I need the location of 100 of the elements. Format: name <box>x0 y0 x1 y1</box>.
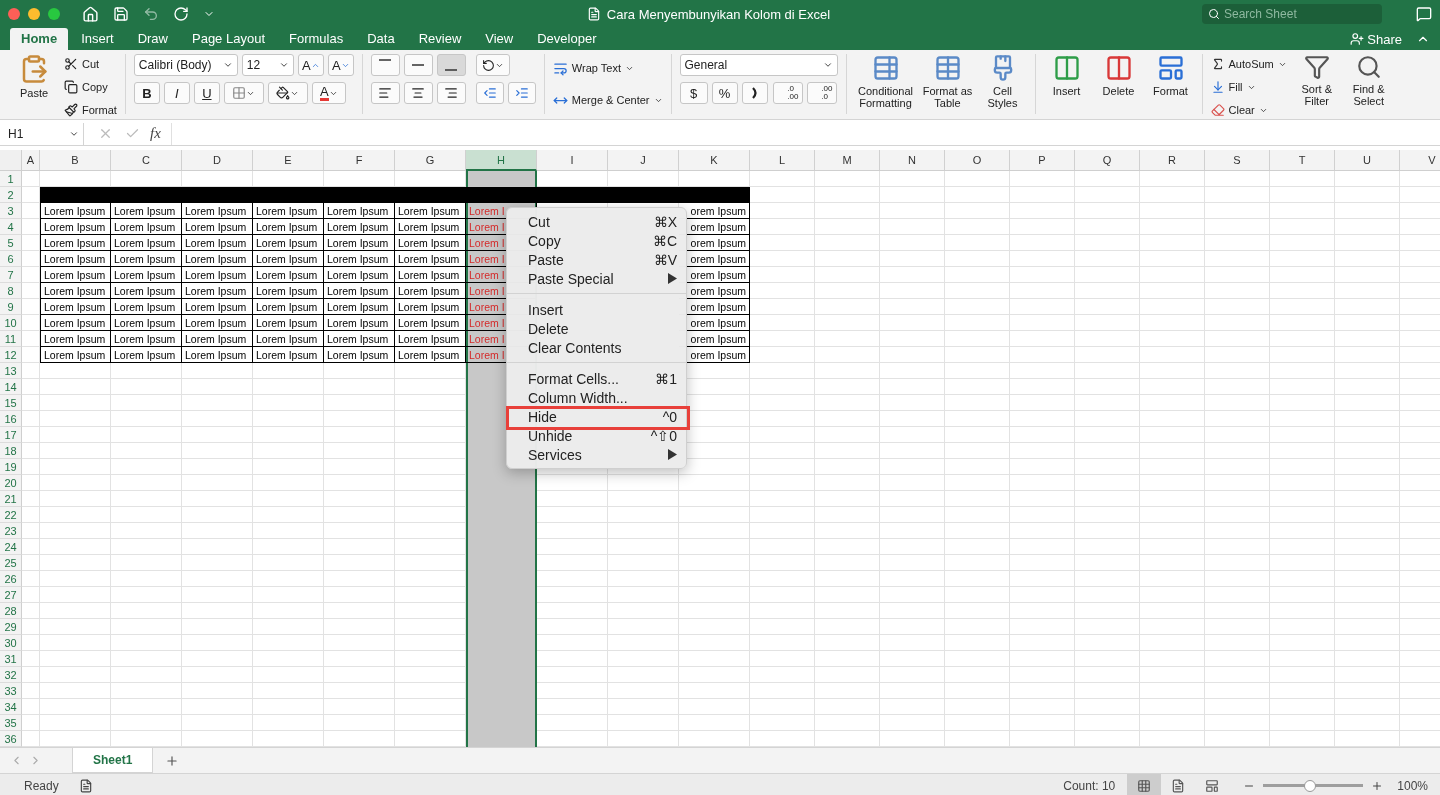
ribbon-tab[interactable]: Review <box>407 28 473 50</box>
row-header[interactable]: 26 <box>0 571 22 587</box>
row-header[interactable]: 30 <box>0 635 22 651</box>
add-sheet-icon[interactable] <box>165 753 180 768</box>
autosum-button[interactable]: AutoSum <box>1210 54 1287 74</box>
row-header[interactable]: 31 <box>0 651 22 667</box>
row-header[interactable]: 16 <box>0 411 22 427</box>
comma-style-button[interactable] <box>741 82 768 104</box>
row-header[interactable]: 22 <box>0 507 22 523</box>
bold-button[interactable]: B <box>133 82 160 104</box>
row-header[interactable]: 19 <box>0 459 22 475</box>
align-left-button[interactable] <box>370 82 400 104</box>
menu-item[interactable]: Hide <box>528 408 557 425</box>
merge-center-button[interactable]: Merge & Center <box>552 90 663 110</box>
row-header[interactable]: 3 <box>0 203 22 219</box>
search-field[interactable]: Search Sheet <box>1202 4 1382 24</box>
macro-record-icon[interactable] <box>78 778 93 793</box>
row-header[interactable]: 12 <box>0 347 22 363</box>
font-name-dropdown[interactable]: Calibri (Body) <box>133 54 238 76</box>
ribbon-tab[interactable]: Draw <box>126 28 179 50</box>
sheet-tab[interactable]: Sheet1 <box>72 748 154 773</box>
row-header[interactable]: 28 <box>0 603 22 619</box>
increase-decimal-button[interactable]: .0 .00 <box>772 82 803 104</box>
number-format-dropdown[interactable]: General <box>679 54 838 76</box>
row-header[interactable]: 2 <box>0 187 22 203</box>
row-header[interactable]: 6 <box>0 251 22 267</box>
menu-item[interactable]: Unhide <box>528 427 573 444</box>
format-as-table-button[interactable]: Format as Table <box>922 54 973 109</box>
slider-thumb[interactable] <box>1304 779 1317 792</box>
ribbon-tab[interactable]: View <box>474 28 525 50</box>
row-header[interactable]: 11 <box>0 331 22 347</box>
delete-cells-button[interactable]: Delete <box>1095 54 1142 97</box>
undo-icon[interactable] <box>143 6 159 22</box>
row-header[interactable]: 21 <box>0 491 22 507</box>
close-button[interactable] <box>8 8 20 20</box>
increase-indent-button[interactable] <box>507 82 536 104</box>
paste-button[interactable]: Paste <box>14 54 54 99</box>
column-header[interactable]: E <box>253 150 324 171</box>
row-header[interactable]: 25 <box>0 555 22 571</box>
column-header[interactable]: O <box>945 150 1010 171</box>
column-header[interactable]: P <box>1010 150 1075 171</box>
row-header[interactable]: 13 <box>0 363 22 379</box>
menu-item[interactable]: Column Width... <box>528 389 628 406</box>
minimize-button[interactable] <box>28 8 40 20</box>
vertical-align-button[interactable] <box>403 54 433 76</box>
row-header[interactable]: 24 <box>0 539 22 555</box>
row-header[interactable]: 20 <box>0 475 22 491</box>
currency-button[interactable]: $ <box>679 82 708 104</box>
decrease-decimal-button[interactable]: .00 .0 <box>806 82 837 104</box>
column-header[interactable]: U <box>1335 150 1400 171</box>
column-header[interactable]: V <box>1400 150 1440 171</box>
percent-button[interactable]: % <box>711 82 738 104</box>
insert-function-button[interactable]: fx <box>150 125 161 142</box>
insert-cells-button[interactable]: Insert <box>1043 54 1090 97</box>
find-select-button[interactable]: Find & Select <box>1346 54 1391 107</box>
format-painter-button[interactable]: Format <box>64 100 117 120</box>
column-header[interactable]: A <box>22 150 40 171</box>
column-header[interactable]: Q <box>1075 150 1140 171</box>
column-header[interactable]: C <box>111 150 182 171</box>
column-header[interactable]: N <box>880 150 945 171</box>
column-header[interactable]: S <box>1205 150 1270 171</box>
row-header[interactable]: 4 <box>0 219 22 235</box>
wrap-text-button[interactable]: Wrap Text <box>552 58 663 78</box>
row-header[interactable]: 33 <box>0 683 22 699</box>
cancel-icon[interactable] <box>98 126 113 141</box>
column-header[interactable]: R <box>1140 150 1205 171</box>
increase-font-button[interactable]: A <box>297 54 324 76</box>
cell-styles-button[interactable]: Cell Styles <box>978 54 1027 109</box>
row-header[interactable]: 14 <box>0 379 22 395</box>
row-header[interactable]: 5 <box>0 235 22 251</box>
row-header[interactable]: 15 <box>0 395 22 411</box>
italic-button[interactable]: I <box>163 82 190 104</box>
row-header[interactable]: 32 <box>0 667 22 683</box>
column-header[interactable]: M <box>815 150 880 171</box>
ribbon-tab[interactable]: Insert <box>70 28 125 50</box>
ribbon-tab[interactable]: Home <box>10 28 69 50</box>
vertical-align-button[interactable] <box>370 54 400 76</box>
conditional-formatting-button[interactable]: Conditional Formatting <box>854 54 917 109</box>
column-header[interactable]: H <box>466 150 537 171</box>
column-header[interactable]: F <box>324 150 395 171</box>
ribbon-tab[interactable]: Formulas <box>278 28 355 50</box>
menu-item[interactable]: Format Cells... <box>528 370 619 387</box>
sort-filter-button[interactable]: Sort & Filter <box>1294 54 1339 107</box>
font-color-button[interactable]: A <box>311 82 346 104</box>
row-header[interactable]: 34 <box>0 699 22 715</box>
font-size-dropdown[interactable]: 12 <box>241 54 294 76</box>
normal-view-button[interactable] <box>1127 773 1162 795</box>
ribbon-tab[interactable]: Data <box>356 28 406 50</box>
row-header[interactable]: 8 <box>0 283 22 299</box>
vertical-align-button[interactable] <box>436 54 466 76</box>
ribbon-tab[interactable]: Developer <box>526 28 608 50</box>
format-cells-button[interactable]: Format <box>1147 54 1194 97</box>
name-box[interactable]: H1 <box>0 122 84 145</box>
redo-icon[interactable] <box>173 6 189 22</box>
column-header[interactable]: I <box>537 150 608 171</box>
row-header[interactable]: 29 <box>0 619 22 635</box>
align-right-button[interactable] <box>436 82 466 104</box>
column-header[interactable]: L <box>750 150 815 171</box>
clear-button[interactable]: Clear <box>1210 100 1287 120</box>
decrease-indent-button[interactable] <box>475 82 504 104</box>
